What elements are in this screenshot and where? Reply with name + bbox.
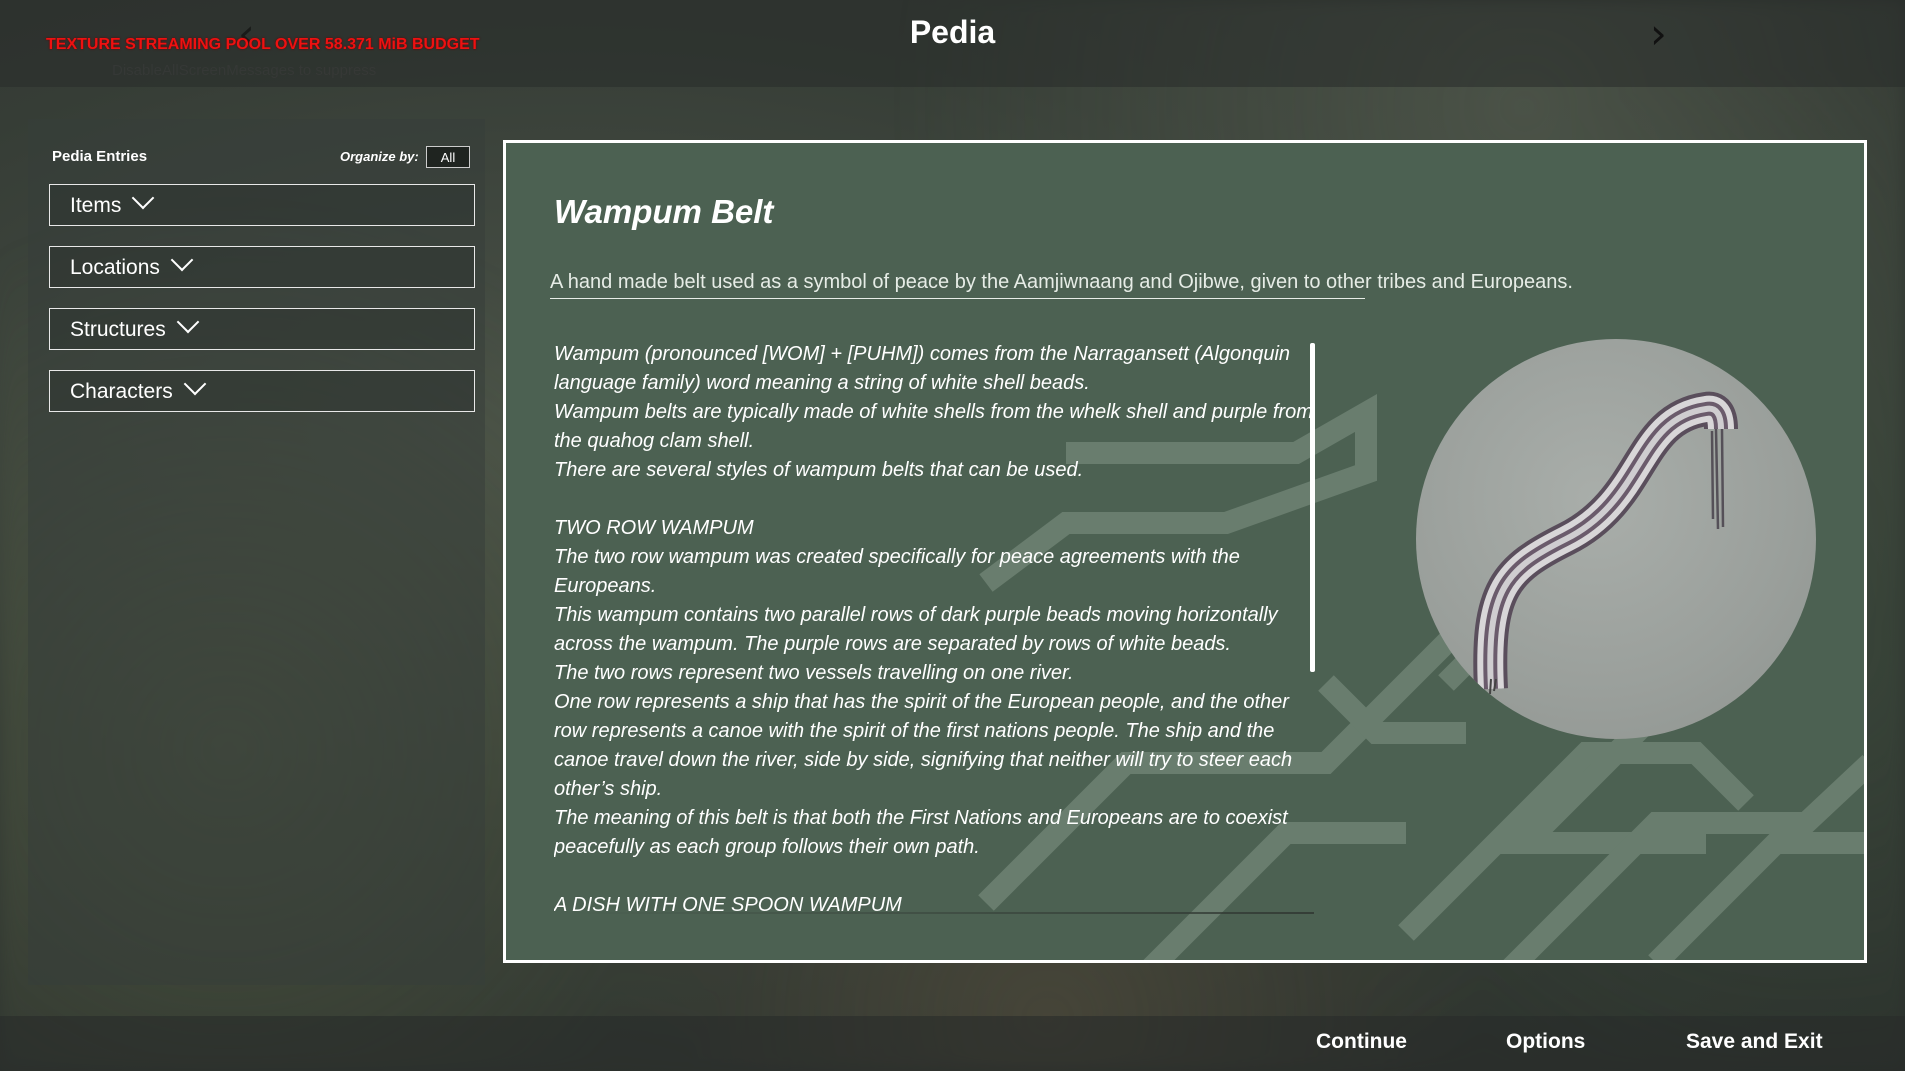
item-portrait [1416, 339, 1816, 739]
options-button[interactable]: Options [1506, 1030, 1585, 1054]
next-arrow-icon[interactable]: › [1650, 10, 1667, 58]
wampum-belt-icon [1473, 391, 1738, 695]
debug-warning: TEXTURE STREAMING POOL OVER 58.371 MiB B… [46, 36, 480, 53]
category-characters[interactable]: Characters [49, 370, 475, 412]
entry-body: Wampum (pronounced [WOM] + [PUHM]) comes… [554, 340, 1314, 912]
entry-title: Wampum Belt [554, 193, 774, 230]
entry-summary: A hand made belt used as a symbol of pea… [550, 271, 1573, 293]
save-and-exit-button[interactable]: Save and Exit [1686, 1030, 1823, 1054]
organize-dropdown[interactable]: All [426, 146, 470, 168]
text-fade-divider [554, 912, 1314, 914]
category-items[interactable]: Items [49, 184, 475, 226]
chevron-down-icon [132, 186, 155, 210]
text-scrollbar[interactable] [1310, 343, 1315, 672]
organize-label: Organize by: [340, 149, 419, 164]
entry-paragraph: Wampum (pronounced [WOM] + [PUHM]) comes… [554, 343, 1313, 481]
category-structures[interactable]: Structures [49, 308, 475, 350]
category-label: Items [70, 194, 122, 217]
summary-link-underline [550, 298, 1365, 299]
chevron-down-icon [183, 372, 207, 396]
sidebar-heading: Pedia Entries [52, 148, 148, 165]
chevron-down-icon [170, 248, 194, 272]
category-locations[interactable]: Locations [49, 246, 475, 288]
chevron-down-icon [176, 310, 200, 334]
category-label: Locations [70, 256, 160, 279]
entry-paragraph: TWO ROW WAMPUM The two row wampum was cr… [554, 517, 1293, 858]
bottom-bar [0, 1016, 1905, 1071]
debug-subtext: DisableAllScreenMessages to suppress [112, 62, 377, 79]
entry-paragraph: A DISH WITH ONE SPOON WAMPUM [554, 894, 902, 912]
category-label: Structures [70, 318, 166, 341]
entry-panel: Wampum Belt A hand made belt used as a s… [503, 140, 1867, 963]
category-label: Characters [70, 380, 173, 403]
continue-button[interactable]: Continue [1316, 1030, 1407, 1054]
